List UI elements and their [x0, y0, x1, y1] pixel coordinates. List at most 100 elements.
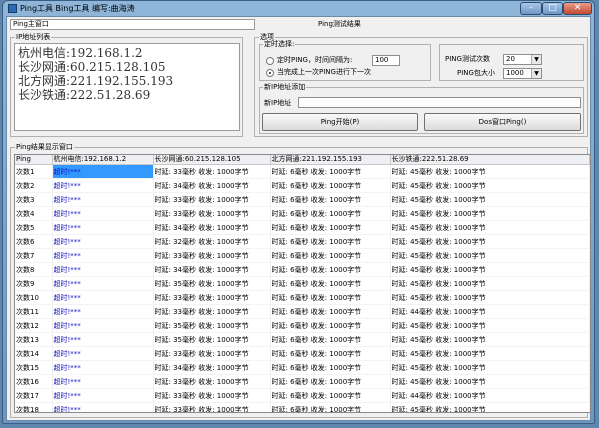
new-ip-group: 新IP地址添加 新IP地址 Ping开始(P) Dos窗口Ping() — [259, 83, 584, 134]
table-cell: 时延: 33毫秒 收发: 1000字节 — [153, 402, 271, 412]
table-cell: 时延: 33毫秒 收发: 1000字节 — [153, 304, 271, 319]
table-row[interactable]: 次数10 超时!*** 时延: 33毫秒 收发: 1000字节 时延: 6毫秒 收发:… — [15, 290, 590, 305]
table-cell: 次数12 — [15, 318, 53, 333]
table-cell: 超时!*** — [52, 332, 154, 347]
column-header[interactable]: 长沙网通:60.215.128.105 — [153, 155, 271, 165]
radio-after-previous[interactable] — [266, 69, 274, 77]
table-row[interactable]: 次数18 超时!*** 时延: 33毫秒 收发: 1000字节 时延: 6毫秒 收发:… — [15, 402, 590, 412]
results-label: Ping结果显示窗口 — [15, 143, 74, 152]
table-row[interactable]: 次数3 超时!*** 时延: 33毫秒 收发: 1000字节 时延: 6毫秒 收发: … — [15, 192, 590, 207]
table-row[interactable]: 次数6 超时!*** 时延: 32毫秒 收发: 1000字节 时延: 6毫秒 收发: … — [15, 234, 590, 249]
ip-list-box[interactable]: 杭州电信:192.168.1.2 长沙网通:60.215.128.105 北方网… — [14, 43, 240, 131]
table-cell: 次数14 — [15, 346, 53, 361]
column-header[interactable]: 杭州电信:192.168.1.2 — [52, 155, 154, 165]
table-cell: 次数9 — [15, 276, 53, 291]
table-cell: 时延: 45毫秒 收发: 1000字节 — [390, 164, 590, 179]
table-cell: 次数10 — [15, 290, 53, 305]
table-cell: 时延: 6毫秒 收发: 1000字节 — [270, 164, 391, 179]
table-cell: 超时!*** — [52, 374, 154, 389]
table-cell: 时延: 44毫秒 收发: 1000字节 — [390, 388, 590, 403]
chevron-down-icon: ▼ — [531, 55, 541, 64]
table-cell: 时延: 44毫秒 收发: 1000字节 — [390, 304, 590, 319]
table-cell: 超时!*** — [52, 276, 154, 291]
table-cell: 时延: 6毫秒 收发: 1000字节 — [270, 206, 391, 221]
close-button[interactable]: ✕ — [563, 2, 592, 15]
column-header[interactable]: 长沙铁通:222.51.28.69 — [390, 155, 590, 165]
count-select[interactable]: 20 ▼ — [503, 54, 542, 65]
dos-ping-button[interactable]: Dos窗口Ping() — [424, 113, 581, 131]
tab-ping-main[interactable]: Ping主窗口 — [10, 19, 255, 30]
table-cell: 时延: 45毫秒 收发: 1000字节 — [390, 276, 590, 291]
interval-input[interactable]: 100 — [372, 55, 400, 66]
table-cell: 超时!*** — [52, 248, 154, 263]
table-cell: 时延: 34毫秒 收发: 1000字节 — [153, 178, 271, 193]
table-cell: 时延: 6毫秒 收发: 1000字节 — [270, 374, 391, 389]
ip-list-item[interactable]: 北方网通:221.192.155.193 — [18, 74, 236, 88]
table-cell: 时延: 45毫秒 收发: 1000字节 — [390, 318, 590, 333]
tab-ping-results[interactable]: Ping测试结果 — [315, 19, 585, 30]
ip-list-label: IP地址列表 — [15, 33, 52, 42]
table-cell: 次数5 — [15, 220, 53, 235]
ip-list-item[interactable]: 长沙网通:60.215.128.105 — [18, 60, 236, 74]
table-row[interactable]: 次数9 超时!*** 时延: 35毫秒 收发: 1000字节 时延: 6毫秒 收发: … — [15, 276, 590, 291]
table-cell: 时延: 33毫秒 收发: 1000字节 — [153, 290, 271, 305]
title-bar[interactable]: Ping工具 Bing工具 编写:曲海涛 – □ ✕ — [3, 1, 594, 16]
minimize-button[interactable]: – — [520, 2, 542, 15]
table-cell: 时延: 35毫秒 收发: 1000字节 — [153, 276, 271, 291]
table-cell: 时延: 6毫秒 收发: 1000字节 — [270, 388, 391, 403]
maximize-button[interactable]: □ — [542, 2, 563, 15]
table-row[interactable]: 次数13 超时!*** 时延: 35毫秒 收发: 1000字节 时延: 6毫秒 收发:… — [15, 332, 590, 347]
table-cell: 超时!*** — [52, 346, 154, 361]
table-cell: 超时!*** — [52, 262, 154, 277]
table-row[interactable]: 次数16 超时!*** 时延: 33毫秒 收发: 1000字节 时延: 6毫秒 收发:… — [15, 374, 590, 389]
table-cell: 次数7 — [15, 248, 53, 263]
table-row[interactable]: 次数2 超时!*** 时延: 34毫秒 收发: 1000字节 时延: 6毫秒 收发: … — [15, 178, 590, 193]
table-cell: 超时!*** — [52, 304, 154, 319]
table-row[interactable]: 次数7 超时!*** 时延: 33毫秒 收发: 1000字节 时延: 6毫秒 收发: … — [15, 248, 590, 263]
table-cell: 时延: 45毫秒 收发: 1000字节 — [390, 206, 590, 221]
table-row[interactable]: 次数12 超时!*** 时延: 35毫秒 收发: 1000字节 时延: 6毫秒 收发:… — [15, 318, 590, 333]
new-ip-input[interactable] — [298, 97, 581, 108]
table-cell: 时延: 6毫秒 收发: 1000字节 — [270, 248, 391, 263]
table-cell: 次数18 — [15, 402, 53, 412]
table-cell: 时延: 45毫秒 收发: 1000字节 — [390, 234, 590, 249]
column-header[interactable]: 北方网通:221.192.155.193 — [270, 155, 391, 165]
size-select[interactable]: 1000 ▼ — [503, 68, 542, 79]
table-cell: 次数13 — [15, 332, 53, 347]
table-row[interactable]: 次数17 超时!*** 时延: 33毫秒 收发: 1000字节 时延: 6毫秒 收发:… — [15, 388, 590, 403]
ping-start-button[interactable]: Ping开始(P) — [262, 113, 418, 131]
results-group: Ping结果显示窗口 Ping 杭州电信:192.168.1.2 长沙网通:60.2… — [10, 143, 591, 418]
radio-timed-label: 定时PING，时间间隔为: — [277, 56, 353, 64]
table-cell: 超时!*** — [52, 206, 154, 221]
table-cell: 时延: 45毫秒 收发: 1000字节 — [390, 332, 590, 347]
close-icon: ✕ — [573, 3, 582, 13]
table-row[interactable]: 次数4 超时!*** 时延: 33毫秒 收发: 1000字节 时延: 6毫秒 收发: … — [15, 206, 590, 221]
ip-list-item[interactable]: 杭州电信:192.168.1.2 — [18, 46, 236, 60]
options-group: 选项 定时选择: 定时PING，时间间隔为: 100 当完成上一次PING进行下… — [254, 33, 588, 137]
new-ip-group-label: 新IP地址添加 — [263, 83, 307, 92]
table-cell: 时延: 6毫秒 收发: 1000字节 — [270, 402, 391, 412]
results-table[interactable]: Ping 杭州电信:192.168.1.2 长沙网通:60.215.128.105 北… — [14, 154, 591, 413]
table-row[interactable]: 次数15 超时!*** 时延: 34毫秒 收发: 1000字节 时延: 6毫秒 收发:… — [15, 360, 590, 375]
table-cell: 时延: 6毫秒 收发: 1000字节 — [270, 262, 391, 277]
table-cell: 时延: 33毫秒 收发: 1000字节 — [153, 206, 271, 221]
maximize-icon: □ — [548, 3, 557, 13]
table-row[interactable]: 次数1 超时!*** 时延: 33毫秒 收发: 1000字节 时延: 6毫秒 收发: … — [15, 164, 590, 179]
table-cell: 时延: 45毫秒 收发: 1000字节 — [390, 290, 590, 305]
table-cell: 时延: 34毫秒 收发: 1000字节 — [153, 360, 271, 375]
table-cell: 时延: 6毫秒 收发: 1000字节 — [270, 346, 391, 361]
table-cell: 时延: 6毫秒 收发: 1000字节 — [270, 234, 391, 249]
table-cell: 时延: 33毫秒 收发: 1000字节 — [153, 248, 271, 263]
table-row[interactable]: 次数11 超时!*** 时延: 33毫秒 收发: 1000字节 时延: 6毫秒 收发:… — [15, 304, 590, 319]
ping-settings-group: PING测试次数 20 ▼ PING包大小 1000 ▼ — [439, 44, 584, 81]
table-row[interactable]: 次数5 超时!*** 时延: 34毫秒 收发: 1000字节 时延: 6毫秒 收发: … — [15, 220, 590, 235]
table-row[interactable]: 次数8 超时!*** 时延: 34毫秒 收发: 1000字节 时延: 6毫秒 收发: … — [15, 262, 590, 277]
table-row[interactable]: 次数14 超时!*** 时延: 33毫秒 收发: 1000字节 时延: 6毫秒 收发:… — [15, 346, 590, 361]
radio-timed-ping[interactable] — [266, 57, 274, 65]
timer-group: 定时选择: 定时PING，时间间隔为: 100 当完成上一次PING进行下一次 — [259, 40, 431, 81]
size-label: PING包大小 — [457, 69, 495, 77]
table-cell: 超时!*** — [52, 402, 154, 412]
column-header[interactable]: Ping — [15, 155, 53, 165]
table-cell: 时延: 45毫秒 收发: 1000字节 — [390, 178, 590, 193]
ip-list-item[interactable]: 长沙铁通:222.51.28.69 — [18, 88, 236, 102]
